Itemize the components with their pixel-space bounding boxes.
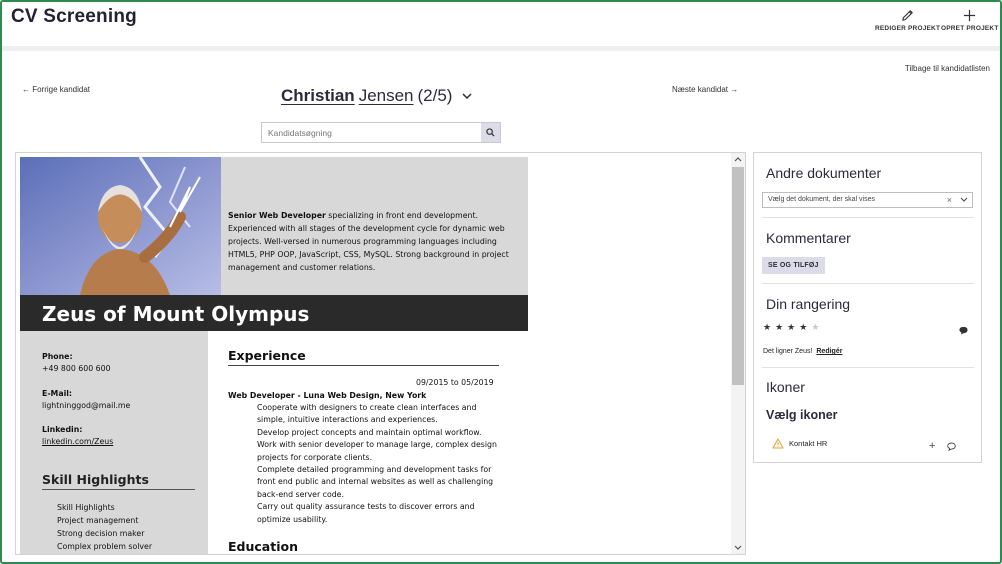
cv-summary-title: Senior Web Developer <box>228 211 326 220</box>
icon-item-contact-hr: Kontakt HR <box>772 438 827 449</box>
cv-linkedin-link[interactable]: linkedin.com/Zeus <box>42 437 113 446</box>
cv-phone: +49 800 600 600 <box>42 364 111 373</box>
rating-note: Det ligner Zeus! Redigér <box>763 348 842 355</box>
candidate-position: (2/5) <box>417 86 453 105</box>
cv-job-dates: 09/2015 to 05/2019 <box>416 378 494 387</box>
comments-heading: Kommentarer <box>766 230 851 246</box>
candidate-selector[interactable]: Christian Jensen (2/5) <box>281 86 473 106</box>
comment-icon[interactable] <box>947 442 956 451</box>
rating-note-text: Det ligner Zeus! <box>763 348 813 355</box>
star-icon[interactable]: ★ <box>763 323 771 332</box>
cv-summary-text: specializing in front end development. E… <box>228 211 509 272</box>
cv-skill-item: Complex problem solver <box>57 542 153 551</box>
create-project-label: OPRET PROJEKT <box>941 25 999 32</box>
cv-email-label: E-Mail: <box>42 389 73 398</box>
search-icon <box>486 128 495 137</box>
create-project-button[interactable]: OPRET PROJEKT <box>941 8 999 32</box>
search-button[interactable] <box>481 123 500 142</box>
chevron-up-icon <box>734 157 742 162</box>
cv-experience-heading: Experience <box>228 348 499 366</box>
icons-heading: Ikoner <box>766 379 805 395</box>
top-bar: CV Screening REDIGER PROJEKT OPRET PROJE… <box>2 2 1000 46</box>
cv-summary: Senior Web Developer specializing in fro… <box>228 209 518 274</box>
cv-duty-item: Carry out quality assurance tests to dis… <box>257 502 475 524</box>
scroll-up-button[interactable] <box>731 153 745 165</box>
star-icon[interactable]: ★ <box>811 323 819 332</box>
rating-heading: Din rangering <box>766 296 851 312</box>
section-divider <box>762 367 974 368</box>
candidate-first-name: Christian <box>281 86 355 105</box>
icon-item-label: Kontakt HR <box>789 439 828 448</box>
candidate-search-input[interactable] <box>262 123 481 142</box>
star-icon[interactable]: ★ <box>787 323 795 332</box>
clear-icon[interactable]: × <box>947 193 952 207</box>
cv-job-title: Web Developer - Luna Web Design, New Yor… <box>228 391 427 400</box>
document-select[interactable]: Vælg det dokument, der skal vises × <box>762 192 973 208</box>
cv-document-viewer[interactable]: Senior Web Developer specializing in fro… <box>15 152 746 555</box>
view-add-comments-button[interactable]: SE OG TILFØJ <box>762 257 825 274</box>
section-divider <box>762 283 974 284</box>
cv-phone-label: Phone: <box>42 352 73 361</box>
chevron-down-icon <box>462 93 473 100</box>
star-icon[interactable]: ★ <box>799 323 807 332</box>
cv-education-heading: Education <box>228 539 298 554</box>
back-to-list-link[interactable]: Tilbage til kandidatlisten <box>905 64 990 73</box>
cv-photo <box>20 157 221 295</box>
previous-candidate-link[interactable]: ← Forrige kandidat <box>22 85 90 94</box>
cv-candidate-name: Zeus of Mount Olympus <box>42 302 310 326</box>
chevron-down-icon <box>734 545 742 550</box>
edit-rating-link[interactable]: Redigér <box>816 348 842 355</box>
pencil-icon <box>902 10 913 21</box>
document-select-value: Vælg det dokument, der skal vises <box>768 196 875 203</box>
candidate-last-name: Jensen <box>358 86 414 105</box>
next-candidate-link[interactable]: Næste kandidat → <box>672 85 738 94</box>
chevron-down-icon <box>960 197 968 202</box>
section-divider <box>762 217 974 218</box>
cv-skill-item: Strong decision maker <box>57 529 145 538</box>
star-icon[interactable]: ★ <box>775 323 783 332</box>
cv-linkedin-label: Linkedin: <box>42 425 83 434</box>
cv-email: lightninggod@mail.me <box>42 401 131 410</box>
cv-duty-item: Develop project concepts and maintain op… <box>257 427 482 437</box>
cv-skill-item: Skill Highlights <box>57 503 115 512</box>
cv-job-duties: Cooperate with designers to create clean… <box>257 402 502 526</box>
rating-stars[interactable]: ★ ★ ★ ★ ★ <box>763 323 819 332</box>
cv-skills-heading: Skill Highlights <box>42 472 195 490</box>
candidate-search <box>261 122 501 143</box>
cv-page: Senior Web Developer specializing in fro… <box>20 157 528 554</box>
documents-heading: Andre dokumenter <box>766 165 882 181</box>
warning-icon <box>772 438 784 449</box>
comment-icon[interactable] <box>959 326 968 335</box>
add-icon-button[interactable]: + <box>929 441 935 452</box>
edit-project-button[interactable]: REDIGER PROJEKT <box>875 8 940 32</box>
cv-duty-item: Work with senior developer to manage lar… <box>257 440 497 462</box>
edit-project-label: REDIGER PROJEKT <box>875 25 941 32</box>
scroll-down-button[interactable] <box>731 542 745 554</box>
viewer-scrollbar[interactable] <box>731 153 745 554</box>
scroll-thumb[interactable] <box>732 167 744 385</box>
app-title: CV Screening <box>11 6 137 27</box>
side-panel: Andre dokumenter Vælg det dokument, der … <box>753 152 982 463</box>
plus-icon <box>964 9 976 22</box>
cv-skill-item: Project management <box>57 516 139 525</box>
cv-duty-item: Cooperate with designers to create clean… <box>257 403 477 425</box>
header-divider <box>2 46 1000 51</box>
icons-subheading: Vælg ikoner <box>766 408 838 422</box>
cv-duty-item: Complete detailed programming and develo… <box>257 465 494 499</box>
